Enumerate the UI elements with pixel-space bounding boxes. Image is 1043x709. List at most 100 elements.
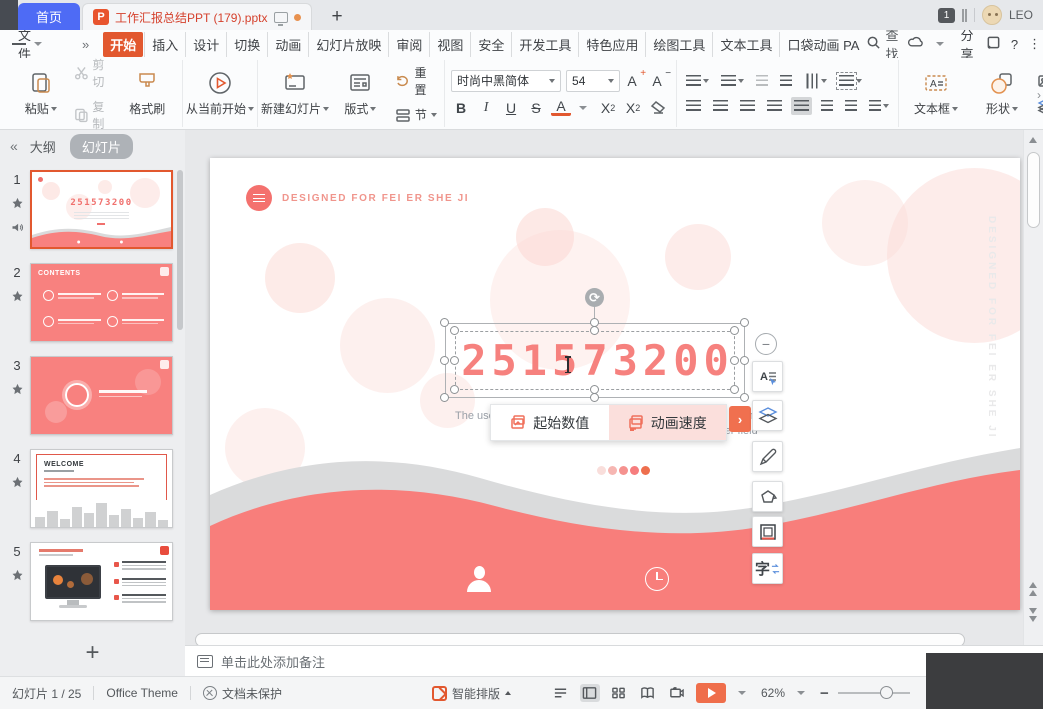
horizontal-scrollbar[interactable]: [195, 633, 965, 645]
bullet-list-button[interactable]: [683, 72, 712, 90]
align-left-button[interactable]: [683, 97, 704, 115]
format-painter-button[interactable]: 格式刷: [118, 62, 176, 126]
tab-devtools[interactable]: 开发工具: [511, 32, 578, 57]
strikethrough-button[interactable]: S: [526, 98, 546, 118]
text-selection-handle[interactable]: [730, 356, 739, 365]
cloud-sync-icon[interactable]: [908, 35, 923, 53]
collapse-float-toolbar-button[interactable]: −: [755, 333, 777, 355]
reset-button[interactable]: 重置: [395, 64, 438, 98]
slideshow-setup-button[interactable]: [667, 684, 687, 702]
tab-animation[interactable]: 动画: [267, 32, 308, 57]
text-selection-handle[interactable]: [450, 326, 459, 335]
normal-view-button[interactable]: [580, 684, 600, 702]
person-icon[interactable]: [466, 566, 492, 592]
user-avatar[interactable]: [982, 5, 1002, 25]
protection-status[interactable]: 文档未保护: [222, 685, 282, 702]
selection-handle[interactable]: [440, 393, 449, 402]
tab-insert[interactable]: 插入: [144, 32, 185, 57]
bold-button[interactable]: B: [451, 98, 471, 118]
selection-handle[interactable]: [740, 318, 749, 327]
slideshow-play-button[interactable]: [696, 683, 726, 703]
cloud-caret-icon[interactable]: [936, 42, 944, 46]
slide-thumbnail-2[interactable]: 2 CONTENTS: [4, 263, 185, 342]
text-direction-button[interactable]: [801, 72, 830, 90]
text-selection-handle[interactable]: [450, 385, 459, 394]
document-tab[interactable]: P 工作汇报总结PPT (179).pptx: [82, 3, 312, 30]
zoom-slider[interactable]: [838, 692, 910, 694]
text-selection-handle[interactable]: [590, 385, 599, 394]
selection-handle[interactable]: [740, 356, 749, 365]
slide-editor[interactable]: DESIGNED FOR FEI ER SHE JI DESIGNED FOR …: [210, 158, 1020, 610]
font-name-select[interactable]: 时尚中黑简体: [451, 70, 561, 92]
cut-button[interactable]: 剪切: [74, 56, 115, 90]
text-selection-handle[interactable]: [730, 326, 739, 335]
tab-drawing-tools[interactable]: 绘图工具: [645, 32, 712, 57]
ribbon-overflow-arrow[interactable]: ›: [1037, 88, 1041, 102]
layers-tool-button[interactable]: [752, 400, 783, 431]
frame-tool-button[interactable]: [752, 516, 783, 547]
line-spacing-button[interactable]: [866, 97, 892, 115]
selection-handle[interactable]: [740, 393, 749, 402]
new-tab-button[interactable]: +: [326, 3, 349, 30]
help-button[interactable]: ?: [1011, 37, 1018, 52]
smart-layout-button[interactable]: 智能排版: [432, 685, 511, 702]
text-convert-tool-button[interactable]: 字: [752, 553, 783, 584]
slide-thumbnail-4[interactable]: 4 WELCOME: [4, 449, 185, 528]
next-slide-button[interactable]: [1029, 608, 1037, 622]
tab-special-features[interactable]: 特色应用: [578, 32, 645, 57]
window-switch-icon[interactable]: [962, 9, 967, 22]
decrease-font-button[interactable]: A−: [650, 71, 670, 91]
selection-inner-box[interactable]: [455, 331, 735, 390]
slide-thumbnail-1[interactable]: 1 251573200: [4, 170, 185, 249]
new-window-icon[interactable]: [986, 35, 1001, 53]
shape-edit-tool-button[interactable]: [752, 481, 783, 512]
tab-home-ribbon[interactable]: 开始: [103, 32, 143, 57]
distribute-text-button[interactable]: [791, 97, 812, 115]
tab-transition[interactable]: 切换: [226, 32, 267, 57]
numbered-list-button[interactable]: [718, 72, 747, 90]
window-count-badge[interactable]: 1: [938, 8, 955, 23]
selection-handle[interactable]: [590, 393, 599, 402]
new-slide-button[interactable]: 新建幻灯片: [264, 62, 326, 126]
vertical-scrollbar[interactable]: [1023, 130, 1043, 645]
more-menu-icon[interactable]: ⋮: [1028, 36, 1041, 52]
thumb-slide-5[interactable]: [30, 542, 173, 621]
zoom-slider-knob[interactable]: [880, 686, 893, 699]
tab-security[interactable]: 安全: [470, 32, 511, 57]
start-value-button[interactable]: 起始数值: [491, 405, 609, 440]
thumb-slide-2[interactable]: CONTENTS: [30, 263, 173, 342]
copy-button[interactable]: 复制: [74, 98, 115, 132]
body-text-fragment[interactable]: The use: [455, 410, 495, 422]
selection-handle[interactable]: [440, 318, 449, 327]
tab-review[interactable]: 审阅: [388, 32, 429, 57]
line-spacing-down-button[interactable]: [842, 97, 860, 115]
tab-design[interactable]: 设计: [185, 32, 226, 57]
zoom-level[interactable]: 62%: [761, 686, 785, 700]
vscroll-thumb[interactable]: [1027, 152, 1040, 228]
align-center-button[interactable]: [710, 97, 731, 115]
subscript-button[interactable]: X2: [623, 98, 643, 118]
font-color-button[interactable]: A: [551, 99, 571, 116]
home-tab[interactable]: 首页: [18, 3, 80, 30]
picture-button[interactable]: 图: [1037, 73, 1043, 90]
thumb-slide-3[interactable]: [30, 356, 173, 435]
textbox-button[interactable]: A 文本框: [905, 62, 967, 126]
shapes-button[interactable]: 形状: [971, 62, 1033, 126]
clear-format-button[interactable]: [648, 98, 668, 118]
font-size-select[interactable]: 54: [566, 70, 620, 92]
file-menu-caret-icon[interactable]: [34, 42, 42, 46]
zoom-out-button[interactable]: −: [820, 685, 829, 702]
font-color-caret-icon[interactable]: [579, 106, 587, 110]
play-options-caret-icon[interactable]: [738, 691, 746, 695]
increase-indent-button[interactable]: [777, 72, 795, 90]
section-button[interactable]: 节: [395, 106, 438, 123]
justify-button[interactable]: [764, 97, 785, 115]
italic-button[interactable]: I: [476, 98, 496, 118]
quick-toolbar-more[interactable]: »: [82, 37, 89, 52]
collapse-panel-button[interactable]: «: [10, 138, 16, 154]
theme-name[interactable]: Office Theme: [106, 686, 178, 700]
tab-text-tools[interactable]: 文本工具: [712, 32, 779, 57]
underline-button[interactable]: U: [501, 98, 521, 118]
slide-sorter-view-button[interactable]: [609, 684, 629, 702]
thumb-slide-4[interactable]: WELCOME: [30, 449, 173, 528]
